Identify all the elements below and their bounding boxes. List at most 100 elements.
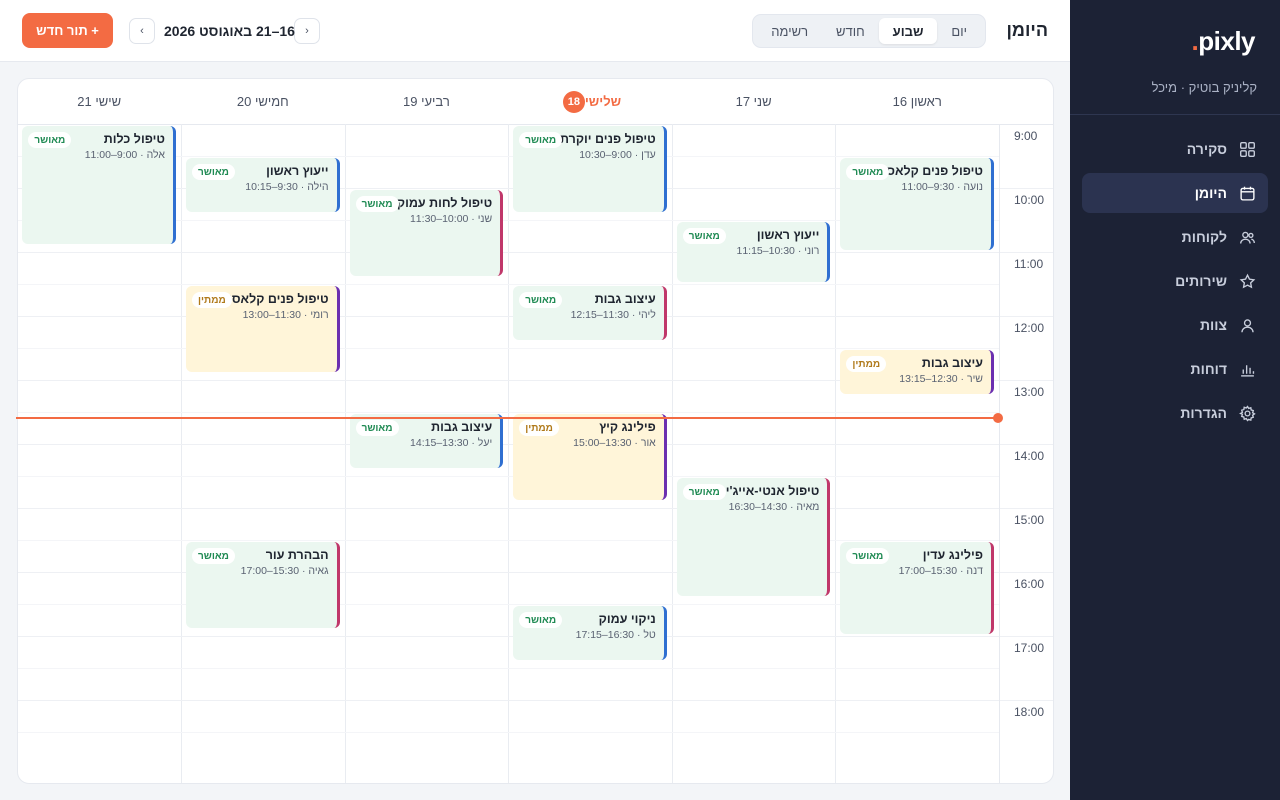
time-tick <box>1000 700 1053 701</box>
hour-gridline <box>18 700 999 701</box>
time-label: 18:00 <box>1014 705 1045 719</box>
status-badge: מאושר <box>519 612 563 628</box>
appointment-card[interactable]: ניקוי עמוק טל · 16:30–17:15 מאושר <box>513 606 667 660</box>
day-header-label: שני 17 <box>735 94 772 109</box>
appointment-details: ליהי · 11:30–12:15 <box>570 309 656 321</box>
sidebar-item-reports[interactable]: דוחות <box>1082 349 1268 389</box>
sidebar-item-label: דוחות <box>1190 361 1227 377</box>
hour-gridline <box>18 508 999 509</box>
clinic-name: קליניק בוטיק · מיכל <box>1151 80 1257 95</box>
day-header-label: שישי 21 <box>77 94 122 109</box>
time-tick <box>1000 380 1053 381</box>
appointment-card[interactable]: פילינג עדין דנה · 15:30–17:00 מאושר <box>840 542 994 634</box>
gear-icon <box>1237 403 1257 423</box>
sidebar-divider <box>1070 114 1280 115</box>
status-badge: מאושר <box>682 484 726 500</box>
appointment-card[interactable]: ייעוץ ראשון הילה · 9:30–10:15 מאושר <box>186 158 340 212</box>
sidebar: pixly. קליניק בוטיק · מיכל סקירה היומן ל… <box>1070 0 1280 800</box>
time-tick <box>1000 252 1053 253</box>
appointment-card[interactable]: טיפול פנים קלאסי רומי · 11:30–13:00 ממתין <box>186 286 340 372</box>
view-list-button[interactable]: רשימה <box>757 18 822 44</box>
appointment-card[interactable]: ייעוץ ראשון רוני · 10:30–11:15 מאושר <box>676 222 831 282</box>
column-divider <box>181 124 182 783</box>
day-header-friday[interactable]: שישי 21 <box>18 79 181 124</box>
appointment-details: מאיה · 14:30–16:30 <box>728 501 820 513</box>
bar-chart-icon <box>1237 359 1257 379</box>
sidebar-item-label: לקוחות <box>1181 229 1227 245</box>
appointment-card[interactable]: עיצוב גבות ליהי · 11:30–12:15 מאושר <box>513 286 667 340</box>
new-appointment-button[interactable]: + תור חדש <box>22 13 113 48</box>
page-title: היומן <box>1006 20 1048 40</box>
sidebar-item-label: שירותים <box>1175 273 1227 289</box>
sidebar-item-calendar[interactable]: היומן <box>1082 173 1268 213</box>
time-tick <box>1000 636 1053 637</box>
half-hour-gridline <box>18 476 999 477</box>
time-tick <box>1000 572 1053 573</box>
appointment-details: גאיה · 15:30–17:00 <box>240 565 329 577</box>
view-month-button[interactable]: חודש <box>822 18 879 44</box>
day-header-tuesday[interactable]: שלישי 18 <box>508 79 672 124</box>
appointment-details: דנה · 15:30–17:00 <box>898 565 983 577</box>
sidebar-item-label: היומן <box>1194 185 1227 201</box>
prev-week-button[interactable]: ‹ <box>294 18 320 44</box>
hour-gridline <box>18 636 999 637</box>
status-badge: ממתין <box>519 420 559 436</box>
appointment-card[interactable]: הבהרת עור גאיה · 15:30–17:00 מאושר <box>186 542 340 628</box>
view-week-button[interactable]: שבוע <box>878 18 938 44</box>
sidebar-item-services[interactable]: שירותים <box>1082 261 1268 301</box>
appointment-details: הילה · 9:30–10:15 <box>245 181 329 193</box>
hour-gridline <box>18 252 999 253</box>
day-header-label: חמישי 20 <box>236 94 289 109</box>
top-header: היומן יום שבוע חודש רשימה ‹ 16–21 באוגוס… <box>0 0 1070 62</box>
day-header-monday[interactable]: שני 17 <box>672 79 836 124</box>
status-badge: ממתין <box>192 292 232 308</box>
time-tick <box>1000 316 1053 317</box>
view-switcher: יום שבוע חודש רשימה <box>752 14 986 48</box>
sidebar-item-clients[interactable]: לקוחות <box>1082 217 1268 257</box>
header-divider <box>18 124 1053 125</box>
status-badge: מאושר <box>519 132 563 148</box>
column-divider <box>835 124 837 783</box>
appointment-card[interactable]: טיפול אנטי-אייג'ינג מאיה · 14:30–16:30 מאו… <box>676 478 831 596</box>
half-hour-gridline <box>18 540 999 541</box>
time-label: 12:00 <box>1014 321 1045 335</box>
appointment-details: רוני · 10:30–11:15 <box>736 245 820 257</box>
view-day-button[interactable]: יום <box>937 18 981 44</box>
day-header-label: שלישי <box>584 94 622 109</box>
time-label: 10:00 <box>1014 193 1045 207</box>
appointment-card[interactable]: טיפול פנים קלאסי נועה · 9:30–11:00 מאושר <box>840 158 994 250</box>
day-header-wednesday[interactable]: רביעי 19 <box>345 79 509 124</box>
sidebar-item-overview[interactable]: סקירה <box>1082 129 1268 169</box>
appointment-card[interactable]: עיצוב גבות יעל · 13:30–14:15 מאושר <box>349 414 504 468</box>
appointment-details: נועה · 9:30–11:00 <box>901 181 983 193</box>
star-icon <box>1237 271 1257 291</box>
day-header-thursday[interactable]: חמישי 20 <box>181 79 345 124</box>
appointment-card[interactable]: טיפול כלות אלה · 9:00–11:00 מאושר <box>22 126 176 244</box>
appointment-details: עדן · 9:00–10:30 <box>579 149 656 161</box>
appointment-card[interactable]: פילינג קיץ אור · 13:30–15:00 ממתין <box>513 414 667 500</box>
status-badge: ממתין <box>846 356 887 372</box>
sidebar-item-team[interactable]: צוות <box>1082 305 1268 345</box>
half-hour-gridline <box>18 284 999 285</box>
sidebar-item-settings[interactable]: הגדרות <box>1082 393 1268 433</box>
column-divider <box>671 124 673 783</box>
users-icon <box>1237 227 1257 247</box>
time-tick <box>1000 188 1053 189</box>
calendar-icon <box>1237 183 1257 203</box>
time-label: 15:00 <box>1014 513 1045 527</box>
current-time-line <box>16 417 997 420</box>
appointment-details: יעל · 13:30–14:15 <box>410 437 493 449</box>
appointment-details: רומי · 11:30–13:00 <box>242 309 329 321</box>
status-badge: מאושר <box>519 292 563 308</box>
appointment-details: טל · 16:30–17:15 <box>575 629 656 641</box>
half-hour-gridline <box>18 412 999 413</box>
app-logo[interactable]: pixly. <box>1192 26 1256 57</box>
appointment-card[interactable]: טיפול פנים יוקרתי עדן · 9:00–10:30 מאושר <box>513 126 667 212</box>
next-week-button[interactable]: › <box>129 18 155 44</box>
today-badge: 18 <box>562 90 585 113</box>
appointment-card[interactable]: טיפול לחות עמוק שני · 10:00–11:30 מאושר <box>349 190 504 276</box>
day-header-sunday[interactable]: ראשון 16 <box>835 79 999 124</box>
time-label: 11:00 <box>1014 257 1044 271</box>
half-hour-gridline <box>18 348 999 349</box>
appointment-card[interactable]: עיצוב גבות שיר · 12:30–13:15 ממתין <box>840 350 994 394</box>
